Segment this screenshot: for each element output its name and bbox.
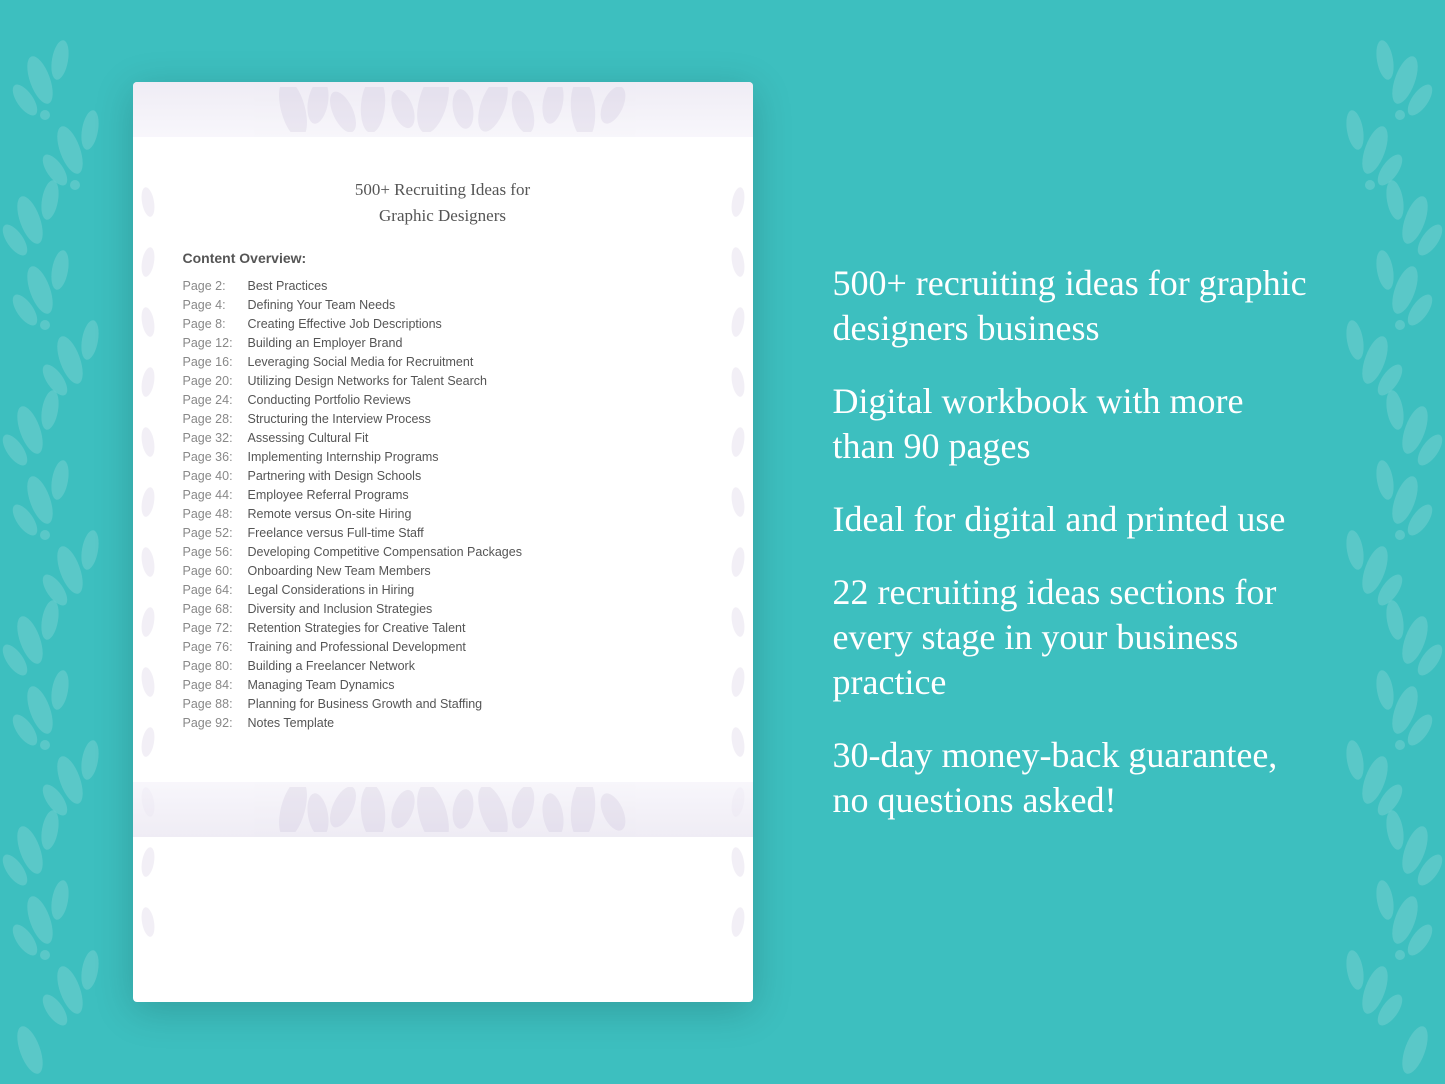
feature-text-1: 500+ recruiting ideas for graphic design… xyxy=(833,261,1313,351)
toc-item-title: Best Practices xyxy=(248,279,328,293)
document-top-decoration xyxy=(133,82,753,137)
table-of-contents-item: Page 60:Onboarding New Team Members xyxy=(183,561,703,580)
toc-item-title: Partnering with Design Schools xyxy=(248,469,422,483)
toc-page-number: Page 28: xyxy=(183,412,248,426)
table-of-contents-item: Page 48:Remote versus On-site Hiring xyxy=(183,504,703,523)
toc-page-number: Page 72: xyxy=(183,621,248,635)
toc-page-number: Page 68: xyxy=(183,602,248,616)
toc-page-number: Page 60: xyxy=(183,564,248,578)
feature-text-4: 22 recruiting ideas sections for every s… xyxy=(833,570,1313,705)
table-of-contents-item: Page 16:Leveraging Social Media for Recr… xyxy=(183,352,703,371)
table-of-contents: Page 2:Best PracticesPage 4:Defining You… xyxy=(183,276,703,732)
table-of-contents-item: Page 80:Building a Freelancer Network xyxy=(183,656,703,675)
table-of-contents-item: Page 8:Creating Effective Job Descriptio… xyxy=(183,314,703,333)
table-of-contents-item: Page 2:Best Practices xyxy=(183,276,703,295)
toc-page-number: Page 88: xyxy=(183,697,248,711)
table-of-contents-item: Page 28:Structuring the Interview Proces… xyxy=(183,409,703,428)
toc-item-title: Building a Freelancer Network xyxy=(248,659,415,673)
document-title: 500+ Recruiting Ideas for Graphic Design… xyxy=(183,177,703,228)
toc-page-number: Page 76: xyxy=(183,640,248,654)
toc-item-title: Building an Employer Brand xyxy=(248,336,403,350)
toc-item-title: Diversity and Inclusion Strategies xyxy=(248,602,433,616)
toc-item-title: Notes Template xyxy=(248,716,335,730)
toc-item-title: Freelance versus Full-time Staff xyxy=(248,526,424,540)
toc-page-number: Page 40: xyxy=(183,469,248,483)
toc-page-number: Page 12: xyxy=(183,336,248,350)
toc-item-title: Defining Your Team Needs xyxy=(248,298,396,312)
toc-item-title: Managing Team Dynamics xyxy=(248,678,395,692)
toc-page-number: Page 52: xyxy=(183,526,248,540)
toc-page-number: Page 2: xyxy=(183,279,248,293)
table-of-contents-item: Page 92:Notes Template xyxy=(183,713,703,732)
toc-page-number: Page 32: xyxy=(183,431,248,445)
toc-page-number: Page 64: xyxy=(183,583,248,597)
toc-page-number: Page 16: xyxy=(183,355,248,369)
table-of-contents-item: Page 24:Conducting Portfolio Reviews xyxy=(183,390,703,409)
toc-item-title: Utilizing Design Networks for Talent Sea… xyxy=(248,374,487,388)
toc-page-number: Page 92: xyxy=(183,716,248,730)
table-of-contents-item: Page 52:Freelance versus Full-time Staff xyxy=(183,523,703,542)
content-overview-label: Content Overview: xyxy=(183,250,703,266)
right-content: 500+ recruiting ideas for graphic design… xyxy=(813,261,1313,823)
toc-item-title: Planning for Business Growth and Staffin… xyxy=(248,697,483,711)
toc-item-title: Conducting Portfolio Reviews xyxy=(248,393,411,407)
toc-page-number: Page 24: xyxy=(183,393,248,407)
table-of-contents-item: Page 36:Implementing Internship Programs xyxy=(183,447,703,466)
table-of-contents-item: Page 84:Managing Team Dynamics xyxy=(183,675,703,694)
document-bottom-decoration xyxy=(133,782,753,837)
toc-page-number: Page 56: xyxy=(183,545,248,559)
toc-item-title: Remote versus On-site Hiring xyxy=(248,507,412,521)
document-container: 500+ Recruiting Ideas for Graphic Design… xyxy=(133,82,753,1002)
toc-item-title: Implementing Internship Programs xyxy=(248,450,439,464)
toc-page-number: Page 48: xyxy=(183,507,248,521)
table-of-contents-item: Page 40:Partnering with Design Schools xyxy=(183,466,703,485)
toc-item-title: Leveraging Social Media for Recruitment xyxy=(248,355,474,369)
toc-item-title: Developing Competitive Compensation Pack… xyxy=(248,545,522,559)
table-of-contents-item: Page 56:Developing Competitive Compensat… xyxy=(183,542,703,561)
toc-page-number: Page 84: xyxy=(183,678,248,692)
toc-item-title: Onboarding New Team Members xyxy=(248,564,431,578)
toc-item-title: Structuring the Interview Process xyxy=(248,412,431,426)
feature-text-3: Ideal for digital and printed use xyxy=(833,497,1313,542)
feature-text-5: 30-day money-back guarantee, no question… xyxy=(833,733,1313,823)
toc-item-title: Retention Strategies for Creative Talent xyxy=(248,621,466,635)
table-of-contents-item: Page 68:Diversity and Inclusion Strategi… xyxy=(183,599,703,618)
table-of-contents-item: Page 72:Retention Strategies for Creativ… xyxy=(183,618,703,637)
toc-page-number: Page 4: xyxy=(183,298,248,312)
toc-item-title: Creating Effective Job Descriptions xyxy=(248,317,442,331)
toc-item-title: Training and Professional Development xyxy=(248,640,466,654)
main-layout: 500+ Recruiting Ideas for Graphic Design… xyxy=(0,0,1445,1084)
table-of-contents-item: Page 12:Building an Employer Brand xyxy=(183,333,703,352)
table-of-contents-item: Page 4:Defining Your Team Needs xyxy=(183,295,703,314)
table-of-contents-item: Page 20:Utilizing Design Networks for Ta… xyxy=(183,371,703,390)
table-of-contents-item: Page 32:Assessing Cultural Fit xyxy=(183,428,703,447)
toc-page-number: Page 80: xyxy=(183,659,248,673)
toc-page-number: Page 8: xyxy=(183,317,248,331)
toc-item-title: Legal Considerations in Hiring xyxy=(248,583,415,597)
toc-page-number: Page 44: xyxy=(183,488,248,502)
document-content: 500+ Recruiting Ideas for Graphic Design… xyxy=(133,147,753,772)
toc-item-title: Employee Referral Programs xyxy=(248,488,409,502)
toc-item-title: Assessing Cultural Fit xyxy=(248,431,369,445)
table-of-contents-item: Page 88:Planning for Business Growth and… xyxy=(183,694,703,713)
toc-page-number: Page 20: xyxy=(183,374,248,388)
table-of-contents-item: Page 44:Employee Referral Programs xyxy=(183,485,703,504)
table-of-contents-item: Page 64:Legal Considerations in Hiring xyxy=(183,580,703,599)
feature-text-2: Digital workbook with more than 90 pages xyxy=(833,379,1313,469)
toc-page-number: Page 36: xyxy=(183,450,248,464)
table-of-contents-item: Page 76:Training and Professional Develo… xyxy=(183,637,703,656)
